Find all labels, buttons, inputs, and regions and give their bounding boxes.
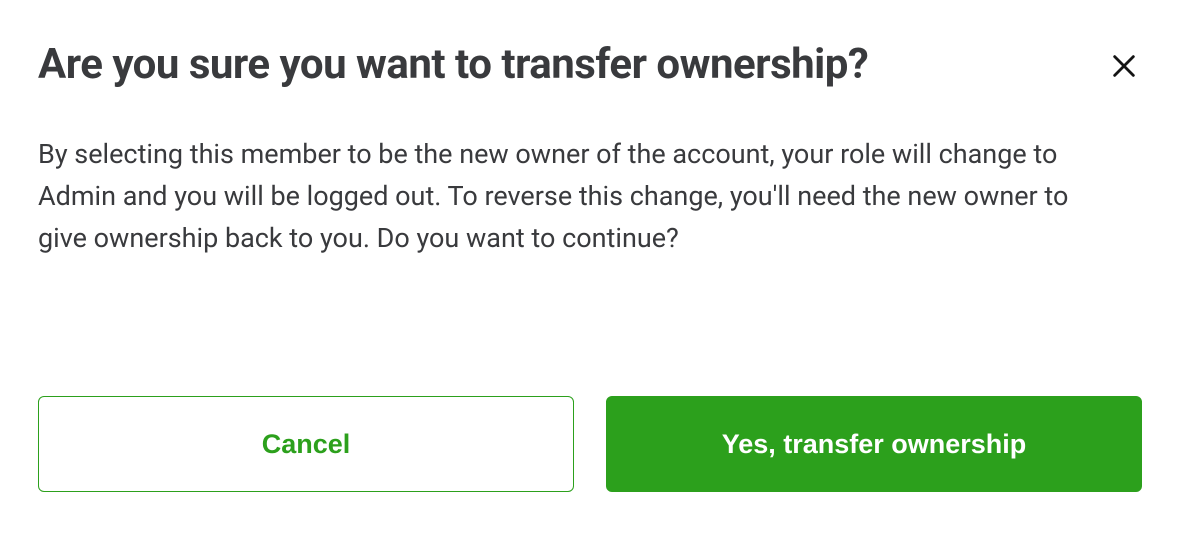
transfer-ownership-dialog: Are you sure you want to transfer owners… bbox=[0, 0, 1188, 300]
confirm-button-label: Yes, transfer ownership bbox=[722, 429, 1027, 460]
dialog-body-text: By selecting this member to be the new o… bbox=[38, 134, 1118, 260]
dialog-header: Are you sure you want to transfer owners… bbox=[38, 40, 1150, 90]
cancel-button[interactable]: Cancel bbox=[38, 396, 574, 492]
close-button[interactable] bbox=[1104, 46, 1144, 89]
confirm-transfer-button[interactable]: Yes, transfer ownership bbox=[606, 396, 1142, 492]
cancel-button-label: Cancel bbox=[262, 429, 351, 460]
dialog-title: Are you sure you want to transfer owners… bbox=[38, 40, 868, 90]
dialog-actions: Cancel Yes, transfer ownership bbox=[38, 396, 1142, 492]
close-icon bbox=[1110, 52, 1138, 83]
